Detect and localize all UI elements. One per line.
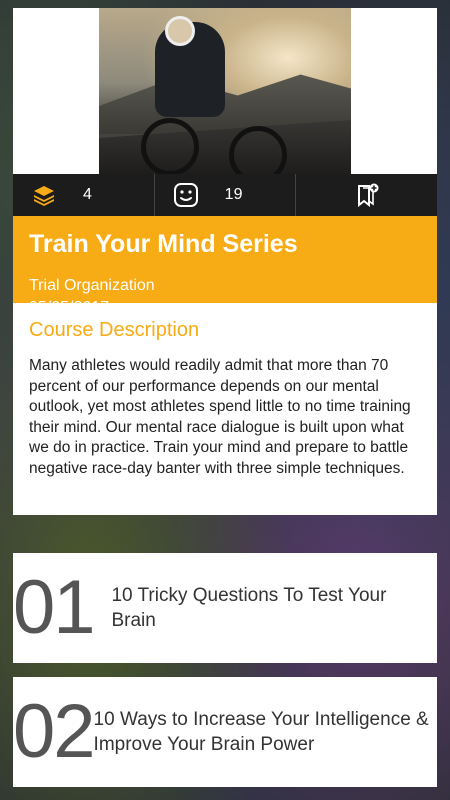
lesson-item-02[interactable]: 02 10 Ways to Increase Your Intelligence… — [13, 677, 437, 787]
lesson-title: 10 Tricky Questions To Test Your Brain — [111, 585, 387, 631]
lesson-number: 01 — [13, 565, 96, 650]
course-organization: Trial Organization — [29, 277, 155, 294]
course-header: Train Your Mind Series Trial Organizatio… — [13, 216, 437, 316]
course-description-section: Course Description Many athletes would r… — [13, 303, 437, 515]
course-hero-image — [13, 8, 437, 174]
course-card: 4 19 Train Your Mind Series Trial Organi… — [13, 8, 437, 515]
cyclist-photo — [99, 8, 351, 174]
members-stat: 19 — [155, 174, 297, 216]
smiley-face-icon — [173, 182, 199, 208]
lesson-number: 02 — [13, 689, 96, 774]
course-stats-bar: 4 19 — [13, 174, 437, 216]
members-count: 19 — [224, 186, 243, 203]
lessons-count: 4 — [83, 186, 92, 203]
lesson-item-01[interactable]: 01 10 Tricky Questions To Test Your Brai… — [13, 553, 437, 663]
course-description-text: Many athletes would readily admit that m… — [29, 357, 411, 477]
lessons-stat: 4 — [13, 174, 155, 216]
bookmark-add-icon[interactable] — [354, 182, 380, 208]
lesson-title: 10 Ways to Increase Your Intelligence & … — [93, 709, 429, 755]
layers-icon — [31, 182, 57, 208]
course-description-heading: Course Description — [29, 319, 200, 341]
bookmark-stat[interactable] — [296, 174, 437, 216]
course-title: Train Your Mind Series — [29, 230, 298, 258]
